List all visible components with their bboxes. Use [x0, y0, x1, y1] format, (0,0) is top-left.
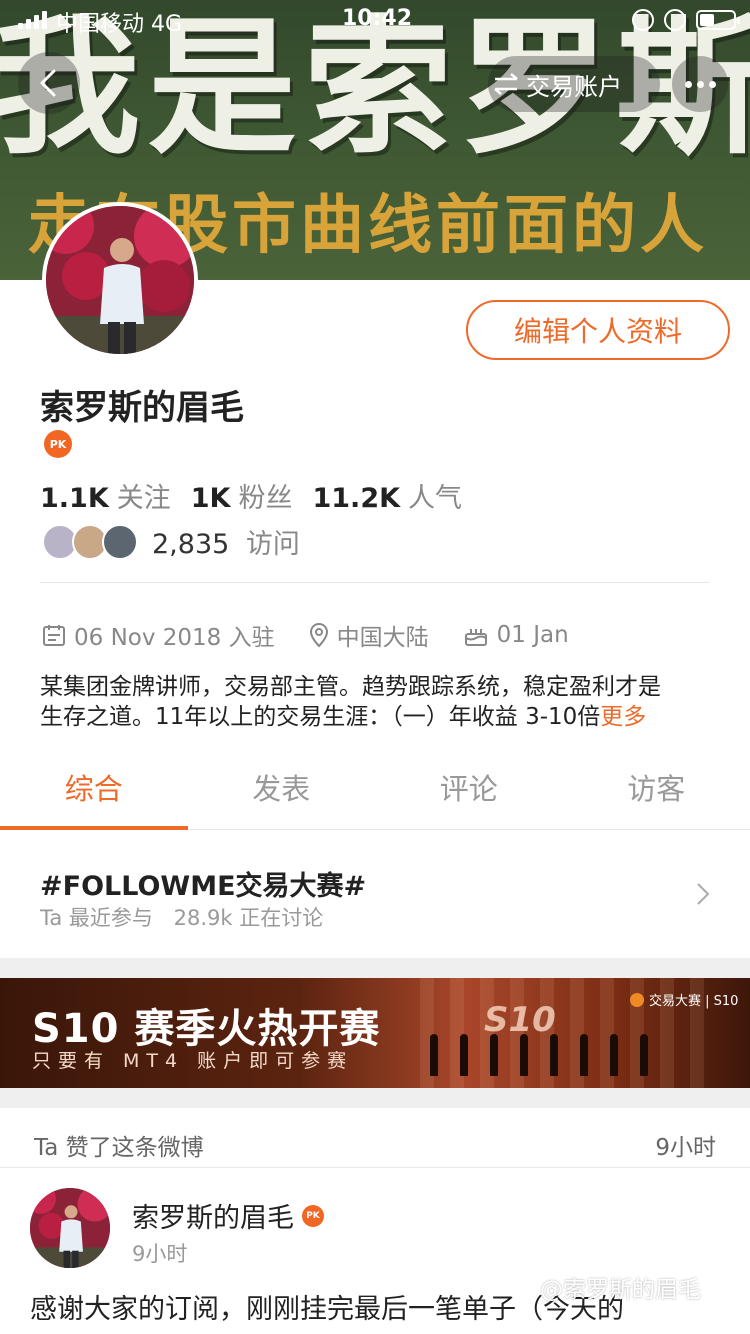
pk-badge-icon: PK: [302, 1204, 324, 1227]
banner-brand-label: 交易大赛 | S10: [649, 994, 739, 1009]
bio-line: 某集团金牌讲师，交易部主管。趋势跟踪系统，稳定盈利才是: [40, 674, 661, 700]
tab-overview[interactable]: 综合: [0, 750, 188, 830]
bio-more-link[interactable]: 更多: [600, 704, 646, 730]
status-bar: 中国移动 4G 10:42: [0, 0, 750, 40]
banner-brand: 交易大赛 | S10: [630, 990, 738, 1009]
calendar-icon: [43, 625, 65, 646]
profile-username: 索罗斯的眉毛: [40, 388, 244, 428]
birthday-cake-icon: [464, 629, 487, 646]
profile-stats: 1.1K 关注 1K 粉丝 11.2K 人气: [40, 476, 482, 515]
swap-icon: [494, 73, 518, 95]
post-author[interactable]: 索罗斯的眉毛 PK: [132, 1196, 324, 1235]
chevron-right-icon: [697, 883, 710, 905]
person-photo-icon: [46, 206, 194, 354]
liked-text: Ta 赞了这条微博: [34, 1135, 204, 1161]
post-author-name: 索罗斯的眉毛: [132, 1203, 294, 1234]
birthday: 01 Jan: [496, 622, 569, 648]
bio-line: 生存之道。11年以上的交易生涯：（一）年收益 3-10倍: [40, 704, 601, 730]
clock: 10:42: [342, 6, 413, 31]
visit-label: 访问: [245, 529, 300, 560]
profile-bio: 某集团金牌讲师，交易部主管。趋势跟踪系统，稳定盈利才是 生存之道。11年以上的交…: [40, 672, 720, 732]
location: 中国大陆: [336, 625, 429, 651]
profile-meta: 06 Nov 2018 入驻 中国大陆 01 Jan: [42, 618, 603, 652]
visit-count: 2,835: [152, 529, 230, 560]
more-options-button[interactable]: [672, 56, 728, 112]
visitor-avatar: [102, 523, 138, 560]
carrier-label: 中国移动 4G: [56, 12, 183, 37]
banner-figures: [430, 1034, 648, 1076]
topic-participation: Ta 最近参与: [40, 906, 153, 930]
followers-label[interactable]: 粉丝: [238, 476, 292, 515]
post-time: 9小时: [132, 1242, 188, 1266]
join-date: 06 Nov 2018 入驻: [74, 625, 275, 651]
watermark: @索罗斯的眉毛: [540, 1277, 701, 1303]
topic-title: #FOLLOWME交易大赛#: [40, 871, 367, 902]
following-label[interactable]: 关注: [117, 476, 171, 515]
battery-icon: [696, 10, 740, 30]
tab-comments[interactable]: 评论: [375, 750, 563, 829]
visitors-row[interactable]: 2,835 访问: [42, 522, 300, 561]
location-pin-icon: [309, 622, 328, 648]
tab-visitors[interactable]: 访客: [563, 750, 750, 829]
feed-item-header: Ta 赞了这条微博 9小时: [0, 1108, 750, 1168]
banner-subtitle: 只要有 MT4 账户即可参赛: [32, 1050, 354, 1072]
brand-logo-icon: [630, 992, 644, 1007]
trading-account-label: 交易账户: [526, 72, 622, 101]
tab-posts[interactable]: 发表: [188, 750, 376, 829]
liked-time: 9小时: [655, 1135, 716, 1161]
popularity-count: 11.2K: [312, 483, 401, 514]
alarm-icon: [664, 9, 686, 31]
back-button[interactable]: [18, 52, 80, 114]
following-count[interactable]: 1.1K: [40, 483, 109, 514]
promo-banner[interactable]: S10 S10 赛季火热开赛 只要有 MT4 账户即可参赛 交易大赛 | S10: [0, 978, 750, 1088]
topic-card[interactable]: #FOLLOWME交易大赛# Ta 最近参与 28.9k 正在讨论: [0, 830, 750, 958]
more-dots-icon: [684, 80, 692, 88]
trading-account-button[interactable]: 交易账户: [488, 56, 660, 112]
pk-badge-icon: PK: [44, 430, 72, 458]
topic-discussion-count: 28.9k 正在讨论: [173, 906, 324, 930]
edit-profile-button[interactable]: 编辑个人资料: [466, 300, 730, 360]
profile-tabs: 综合 发表 评论 访客: [0, 750, 750, 830]
lock-rotation-icon: [632, 9, 654, 31]
followers-count[interactable]: 1K: [191, 483, 231, 514]
popularity-label: 人气: [408, 483, 463, 514]
person-photo-icon: [30, 1188, 110, 1268]
profile-avatar[interactable]: [42, 202, 198, 358]
topic-meta: Ta 最近参与 28.9k 正在讨论: [40, 902, 337, 932]
divider: [40, 582, 710, 583]
signal-icon: [18, 11, 47, 29]
chevron-left-icon: [40, 69, 56, 97]
post-author-avatar[interactable]: [30, 1188, 110, 1268]
